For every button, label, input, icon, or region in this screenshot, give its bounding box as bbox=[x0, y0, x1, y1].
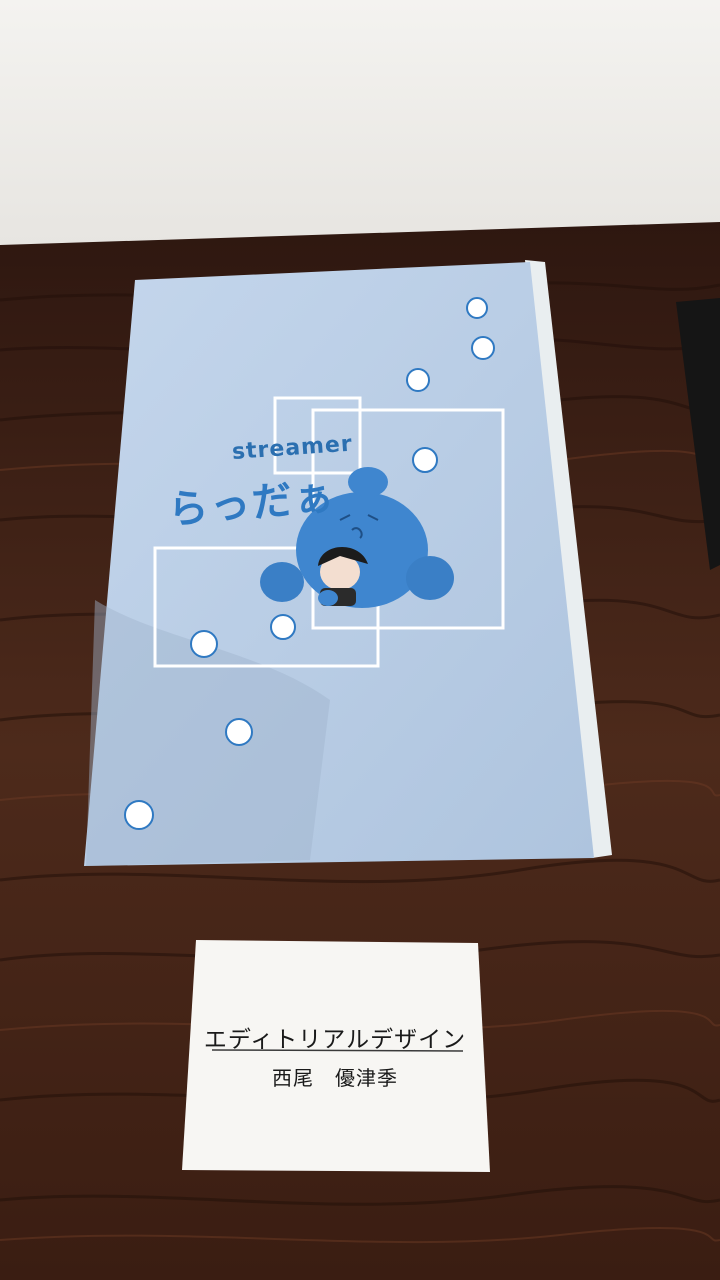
name-card bbox=[182, 940, 490, 1172]
wall bbox=[0, 0, 720, 245]
card-author: 西尾 優津季 bbox=[272, 1066, 398, 1090]
card-title: エディトリアルデザイン bbox=[203, 1027, 467, 1053]
